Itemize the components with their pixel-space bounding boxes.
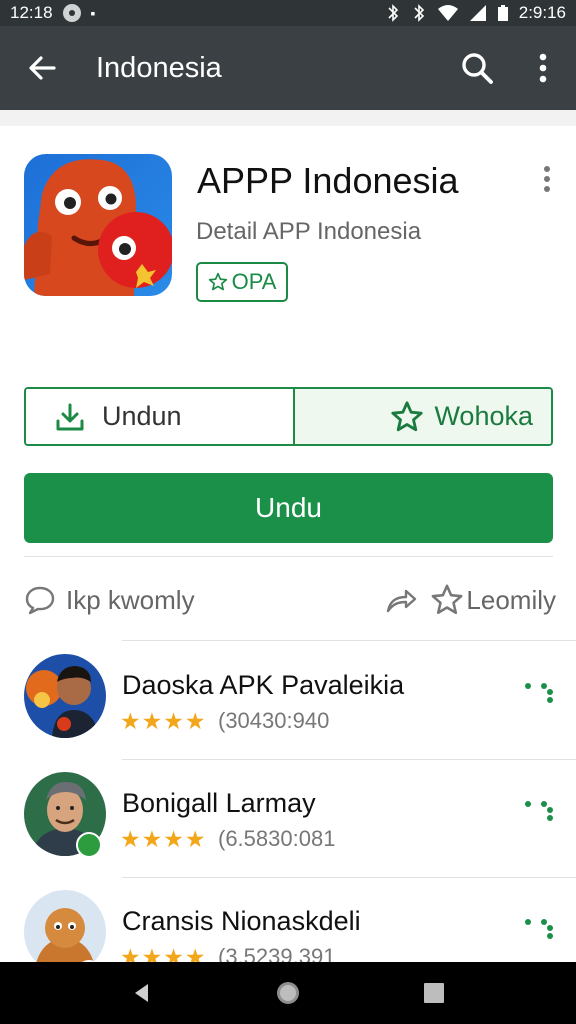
back-button[interactable] xyxy=(0,26,84,110)
chat-bubble-icon xyxy=(25,586,55,615)
signal-icon xyxy=(469,5,486,21)
item-more-button[interactable] xyxy=(522,796,556,826)
status-bar: 12:18 ▪ 2:9:16 xyxy=(0,0,576,26)
home-nav-icon[interactable] xyxy=(275,980,301,1006)
download-icon xyxy=(56,403,84,430)
rating-count: (6.5830:081 xyxy=(218,826,336,851)
divider xyxy=(122,640,576,641)
app-bar: Indonesia xyxy=(0,26,576,110)
reviews-link[interactable]: Ikp kwomly xyxy=(24,584,195,616)
wifi-icon xyxy=(437,5,458,21)
reviews-link-label: Ikp kwomly xyxy=(66,584,195,615)
item-title: Bonigall Larmay xyxy=(122,788,316,818)
rating-stars: ★★★★ xyxy=(120,826,207,852)
battery-icon xyxy=(497,5,508,21)
list-item[interactable]: Bonigall Larmay ★★★★ (6.5830:081 xyxy=(0,760,576,878)
action-row: Ikp kwomly Leomily xyxy=(24,576,556,624)
divider xyxy=(24,556,553,557)
avatar xyxy=(24,654,106,738)
star-outline-icon xyxy=(208,272,227,291)
more-dots-icon xyxy=(525,683,553,703)
rating-count: (30430:940 xyxy=(218,708,330,733)
list-item[interactable]: Daoska APK Pavaleikia ★★★★ (30430:940 xyxy=(0,642,576,760)
status-time-left: 12:18 xyxy=(10,3,53,22)
status-time-right: 2:9:16 xyxy=(518,3,566,22)
more-dots-icon xyxy=(525,801,553,821)
more-vert-icon xyxy=(544,166,550,192)
message-icon: ▪ xyxy=(90,5,96,21)
back-arrow-icon xyxy=(29,56,56,80)
bluetooth-icon xyxy=(388,4,398,22)
rating-stars: ★★★★ xyxy=(120,708,207,734)
item-more-button[interactable] xyxy=(522,914,556,944)
more-dots-icon xyxy=(525,919,553,939)
download-split-label: Undun xyxy=(102,401,182,431)
install-button[interactable]: Undu xyxy=(24,473,553,543)
wishlist-split-label: Wohoka xyxy=(434,401,533,431)
search-icon xyxy=(462,53,493,84)
favorite-label[interactable]: Leomily xyxy=(466,585,556,616)
star-outline-icon xyxy=(391,400,424,431)
recents-nav-icon[interactable] xyxy=(422,981,446,1005)
overflow-menu-button[interactable] xyxy=(510,26,576,110)
download-split-button[interactable]: Undun xyxy=(26,389,295,444)
item-title: Daoska APK Pavaleikia xyxy=(122,670,405,700)
badge-label: OPA xyxy=(231,269,277,294)
app-detail-card: APPP Indonesia Detail APP Indonesia OPA … xyxy=(0,126,576,986)
app-name: APPP Indonesia xyxy=(197,160,459,201)
app-options-button[interactable] xyxy=(530,162,564,196)
app-icon xyxy=(24,154,172,296)
split-button-group: Undun Wohoka xyxy=(24,387,553,446)
search-button[interactable] xyxy=(444,26,510,110)
vibrate-icon xyxy=(414,4,424,22)
app-subtitle: Detail APP Indonesia xyxy=(196,218,422,245)
item-more-button[interactable] xyxy=(522,678,556,708)
star-outline-icon[interactable] xyxy=(430,583,464,617)
verified-badge-icon xyxy=(76,832,102,858)
more-vert-icon xyxy=(539,53,547,83)
item-title: Cransis Nionaskdeli xyxy=(122,906,361,936)
share-icon[interactable] xyxy=(384,585,418,615)
share-favorite-group: Leomily xyxy=(384,583,556,617)
app-bar-title: Indonesia xyxy=(96,51,222,84)
notification-icon xyxy=(62,4,81,22)
back-nav-icon[interactable] xyxy=(130,981,154,1005)
system-nav-bar xyxy=(0,962,576,1024)
wishlist-split-button[interactable]: Wohoka xyxy=(294,389,551,444)
editors-choice-badge: OPA xyxy=(196,262,288,302)
